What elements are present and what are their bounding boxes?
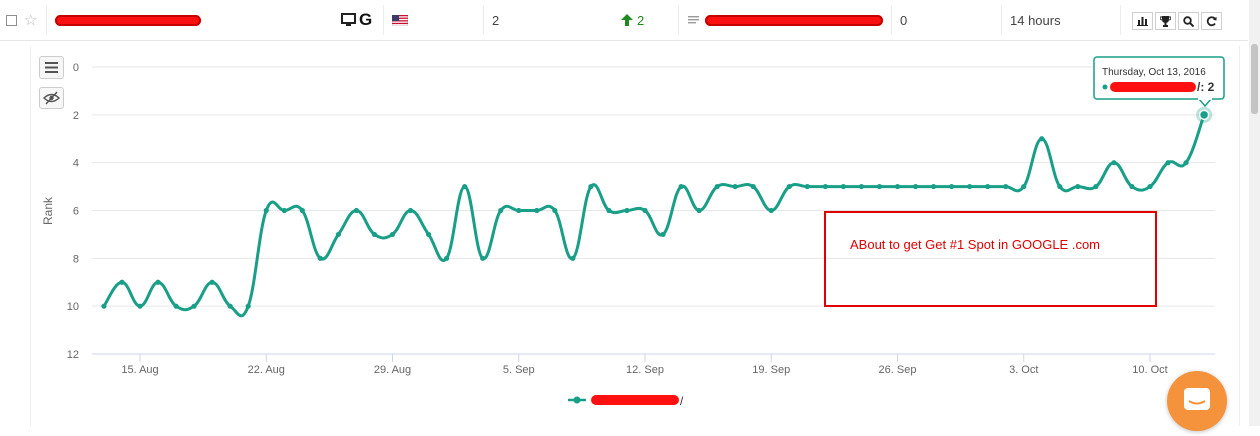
data-point[interactable]	[245, 303, 251, 309]
data-point[interactable]	[804, 183, 810, 190]
data-point[interactable]	[353, 207, 360, 214]
legend-suffix: /	[680, 394, 684, 408]
tooltip-date: Thursday, Oct 13, 2016	[1102, 67, 1206, 78]
data-point[interactable]	[137, 303, 143, 309]
annotation-text: ABout to get Get #1 Spot in GOOGLE .com	[850, 237, 1100, 252]
data-point[interactable]	[552, 207, 558, 214]
data-point[interactable]	[588, 183, 594, 190]
y-tick-label: 4	[73, 158, 79, 170]
data-point[interactable]	[299, 207, 305, 214]
data-point[interactable]	[263, 207, 269, 214]
x-tick-label: 12. Sep	[626, 364, 664, 376]
data-point[interactable]	[570, 255, 576, 261]
data-point[interactable]	[317, 255, 323, 261]
data-point[interactable]	[678, 183, 684, 190]
y-axis-label: Rank	[41, 196, 55, 225]
data-point[interactable]	[624, 207, 630, 214]
data-point[interactable]	[498, 207, 504, 214]
data-point[interactable]	[516, 207, 522, 214]
annotation-box	[824, 211, 1157, 307]
y-tick-label: 0	[73, 62, 79, 74]
data-point[interactable]	[696, 207, 702, 214]
data-point[interactable]	[1039, 136, 1045, 142]
x-tick-label: 26. Sep	[879, 364, 917, 376]
data-point[interactable]	[335, 231, 341, 238]
data-point[interactable]	[660, 231, 666, 238]
data-point[interactable]	[1003, 183, 1009, 190]
scrollbar-thumb[interactable]	[1251, 44, 1258, 114]
tooltip: Thursday, Oct 13, 2016 /: 2	[1093, 56, 1225, 108]
tooltip-value: /: 2	[1197, 80, 1215, 94]
y-tick-label: 10	[67, 301, 79, 313]
data-point[interactable]	[119, 279, 125, 285]
y-tick-label: 12	[67, 349, 79, 361]
data-point[interactable]	[606, 207, 612, 214]
data-point[interactable]	[101, 303, 107, 309]
data-point[interactable]	[912, 183, 919, 190]
data-point[interactable]	[930, 183, 937, 190]
data-point[interactable]	[840, 183, 846, 190]
data-point[interactable]	[1165, 160, 1171, 166]
data-point[interactable]	[750, 183, 756, 190]
data-point[interactable]	[985, 183, 991, 190]
x-tick-label: 19. Sep	[752, 364, 790, 376]
data-point[interactable]	[1111, 160, 1117, 166]
y-tick-label: 8	[73, 253, 79, 265]
data-point[interactable]	[642, 207, 648, 214]
x-tick-label: 5. Sep	[503, 364, 535, 376]
legend[interactable]: /	[568, 394, 684, 408]
data-point[interactable]	[155, 279, 161, 285]
data-point[interactable]	[209, 279, 215, 285]
data-point[interactable]	[786, 183, 792, 190]
data-point[interactable]	[227, 303, 233, 309]
data-point[interactable]	[876, 183, 883, 190]
data-point[interactable]	[1129, 183, 1135, 190]
data-point[interactable]	[407, 207, 414, 214]
data-point[interactable]	[1057, 183, 1063, 190]
data-point[interactable]	[425, 231, 432, 238]
x-tick-label: 10. Oct	[1132, 364, 1167, 376]
data-point[interactable]	[371, 231, 378, 238]
data-point[interactable]	[1093, 183, 1099, 190]
data-point[interactable]	[1198, 109, 1210, 121]
series-line	[102, 114, 1206, 318]
data-point[interactable]	[389, 231, 396, 238]
rank-line-chart: 0 2 4 6 8 10 12 15. Aug 22. Aug 29. Aug 5. Sep 12.…	[41, 56, 1225, 408]
data-point[interactable]	[1075, 183, 1081, 190]
chat-icon	[1184, 388, 1210, 410]
data-point[interactable]	[714, 183, 720, 190]
y-tick-label: 2	[73, 110, 79, 122]
data-point[interactable]	[191, 303, 197, 309]
x-tick-label: 29. Aug	[374, 364, 411, 376]
tooltip-series-name-redacted	[1110, 82, 1196, 92]
data-point[interactable]	[949, 183, 955, 190]
data-point[interactable]	[822, 183, 828, 190]
data-point[interactable]	[967, 183, 973, 190]
legend-series-name-redacted	[591, 395, 679, 405]
data-point[interactable]	[894, 183, 901, 190]
data-point[interactable]	[1183, 160, 1189, 166]
data-point[interactable]	[281, 207, 287, 214]
data-point[interactable]	[768, 207, 774, 214]
data-point[interactable]	[462, 183, 468, 190]
data-point[interactable]	[173, 303, 179, 309]
data-point[interactable]	[732, 183, 738, 190]
data-point[interactable]	[1147, 183, 1153, 190]
x-tick-label: 3. Oct	[1009, 364, 1038, 376]
data-point[interactable]	[534, 207, 540, 214]
data-point[interactable]	[444, 255, 450, 261]
data-point[interactable]	[858, 183, 865, 190]
data-point[interactable]	[480, 255, 486, 261]
x-tick-label: 15. Aug	[121, 364, 158, 376]
data-point[interactable]	[1021, 183, 1027, 190]
chat-widget-button[interactable]	[1167, 371, 1227, 431]
x-tick-label: 22. Aug	[248, 364, 285, 376]
y-tick-label: 6	[73, 206, 79, 218]
